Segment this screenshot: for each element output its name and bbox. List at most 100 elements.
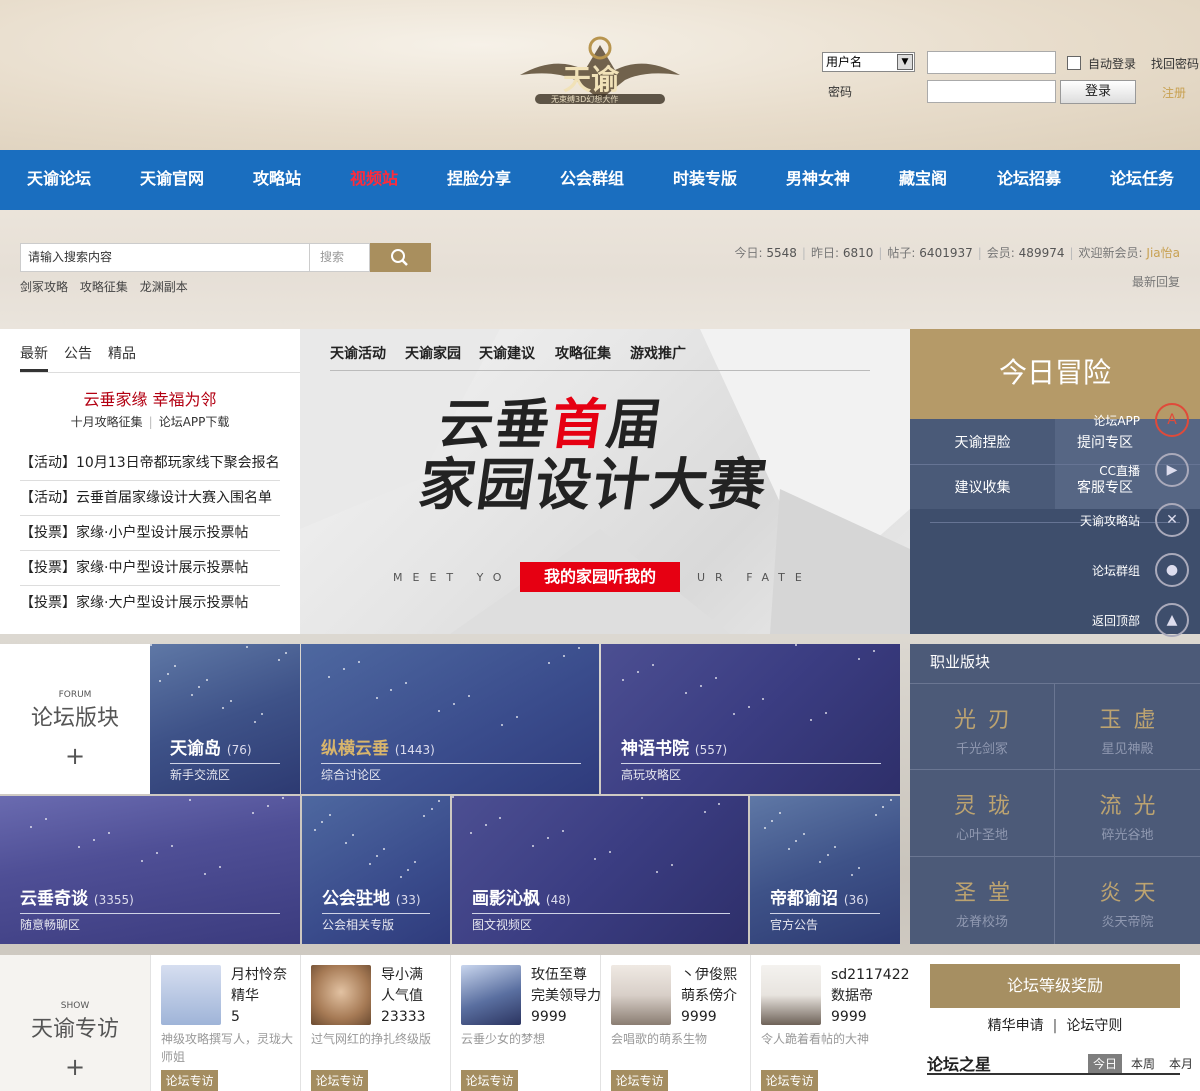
nav-item-guide[interactable]: 攻略站 bbox=[253, 150, 301, 210]
tab-month[interactable]: 本月 bbox=[1164, 1054, 1198, 1073]
side-link-groups[interactable]: 论坛群组 bbox=[1040, 564, 1140, 578]
news-item[interactable]: 【活动】云垂首届家缘设计大赛入围名单 bbox=[20, 481, 280, 516]
site-logo[interactable]: 天谕 无束缚3D幻想大作 bbox=[515, 30, 685, 115]
interview-card[interactable]: 月村怜奈 精华 5 神级攻略撰写人，灵珑大师姐 论坛专访 bbox=[150, 955, 300, 1091]
arrow-up-icon[interactable]: ▲ bbox=[1155, 603, 1189, 637]
side-link-guide[interactable]: 天谕攻略站 bbox=[1040, 514, 1140, 528]
tab-featured[interactable]: 精品 bbox=[108, 343, 136, 369]
nav-item-official[interactable]: 天谕官网 bbox=[140, 150, 204, 210]
interview-tag-button[interactable]: 论坛专访 bbox=[461, 1070, 518, 1091]
avatar[interactable] bbox=[761, 965, 821, 1025]
class-board-yuxu[interactable]: 玉虚 星见神殿 bbox=[1055, 683, 1200, 770]
app-download-link[interactable]: 论坛APP下载 bbox=[159, 415, 230, 429]
search-tag[interactable]: 剑冢攻略 bbox=[20, 280, 68, 294]
news-item[interactable]: 【投票】家缘·大户型设计展示投票帖 bbox=[20, 586, 280, 621]
nav-item-face-share[interactable]: 捏脸分享 bbox=[447, 150, 511, 210]
interview-card[interactable]: sd2117422 数据帝 9999 令人跪着看帖的大神 论坛专访 bbox=[750, 955, 910, 1091]
nav-item-forum[interactable]: 天谕论坛 bbox=[27, 150, 91, 210]
adventure-question[interactable]: 提问专区 bbox=[1055, 432, 1155, 452]
nav-item-video[interactable]: 视频站 bbox=[350, 150, 398, 210]
board-zongheng[interactable]: 纵横云垂 (1443) 综合讨论区 bbox=[301, 644, 599, 794]
tab-promote[interactable]: 游戏推广 bbox=[630, 343, 686, 363]
play-icon[interactable]: ▶ bbox=[1155, 453, 1189, 487]
essence-apply-link[interactable]: 精华申请 bbox=[988, 1018, 1044, 1034]
nav-item-guild[interactable]: 公会群组 bbox=[560, 150, 624, 210]
tab-home[interactable]: 天谕家园 bbox=[405, 343, 461, 363]
avatar[interactable] bbox=[161, 965, 221, 1025]
username-input[interactable] bbox=[927, 51, 1056, 74]
nav-item-fashion[interactable]: 时装专版 bbox=[673, 150, 737, 210]
class-board-linglong[interactable]: 灵珑 心叶圣地 bbox=[910, 770, 1055, 857]
side-link-top[interactable]: 返回顶部 bbox=[1040, 614, 1140, 628]
side-link-cc[interactable]: CC直播 bbox=[1060, 464, 1140, 478]
nav-item-gods[interactable]: 男神女神 bbox=[786, 150, 850, 210]
search-button[interactable] bbox=[370, 243, 431, 272]
nav-item-tasks[interactable]: 论坛任务 bbox=[1110, 150, 1174, 210]
register-link[interactable]: 注册 bbox=[1162, 84, 1186, 101]
avatar[interactable] bbox=[611, 965, 671, 1025]
adventure-face[interactable]: 天谕捏脸 bbox=[910, 432, 1055, 452]
star-decoration bbox=[189, 798, 191, 801]
tab-notice[interactable]: 公告 bbox=[64, 343, 92, 369]
search-input[interactable]: 请输入搜索内容 bbox=[20, 243, 310, 272]
board-tianyu-island[interactable]: 天谕岛 (76) 新手交流区 bbox=[150, 644, 300, 794]
class-board-guangren[interactable]: 光刃 千光剑冢 bbox=[910, 683, 1055, 770]
tab-guide[interactable]: 攻略征集 bbox=[555, 343, 611, 363]
tab-week[interactable]: 本周 bbox=[1126, 1054, 1160, 1073]
adventure-suggest[interactable]: 建议收集 bbox=[910, 477, 1055, 497]
tab-activity[interactable]: 天谕活动 bbox=[330, 343, 386, 363]
forum-rules-link[interactable]: 论坛守则 bbox=[1066, 1018, 1122, 1034]
board-shenyu[interactable]: 神语书院 (557) 高玩攻略区 bbox=[601, 644, 900, 794]
avatar[interactable] bbox=[461, 965, 521, 1025]
avatar[interactable] bbox=[311, 965, 371, 1025]
adventure-service[interactable]: 客服专区 bbox=[1055, 477, 1155, 497]
auto-login-checkbox[interactable] bbox=[1067, 56, 1081, 70]
star-decoration bbox=[548, 662, 551, 664]
board-guild[interactable]: 公会驻地 (33) 公会相关专版 bbox=[302, 796, 450, 944]
banner-slogan-right: UR FATE bbox=[697, 571, 812, 584]
star-decoration bbox=[787, 847, 790, 850]
star-decoration bbox=[826, 853, 829, 856]
interview-card[interactable]: 丶伊俊熙 萌系傍介 9999 会唱歌的萌系生物 论坛专访 bbox=[600, 955, 750, 1091]
board-yunchui-qitan[interactable]: 云垂奇谈 (3355) 随意畅聊区 bbox=[0, 796, 300, 944]
username-type-select[interactable]: 用户名 ▼ bbox=[822, 52, 915, 72]
level-reward-button[interactable]: 论坛等级奖励 bbox=[930, 964, 1180, 1008]
news-item[interactable]: 【活动】10月13日帝都玩家线下聚会报名 bbox=[20, 446, 280, 481]
news-item[interactable]: 【投票】家缘·小户型设计展示投票帖 bbox=[20, 516, 280, 551]
news-item[interactable]: 【投票】家缘·中户型设计展示投票帖 bbox=[20, 551, 280, 586]
rank-links: 精华申请 | 论坛守则 bbox=[930, 1015, 1180, 1035]
board-didu[interactable]: 帝都谕诏 (36) 官方公告 bbox=[750, 796, 900, 944]
class-board-shengtang[interactable]: 圣堂 龙脊校场 bbox=[910, 857, 1055, 944]
class-board-yantian[interactable]: 炎天 炎天帝院 bbox=[1055, 857, 1200, 944]
guide-collect-link[interactable]: 十月攻略征集 bbox=[71, 415, 143, 429]
headline-link[interactable]: 云垂家缘 幸福为邻 bbox=[20, 386, 280, 410]
find-password-link[interactable]: 找回密码 bbox=[1151, 55, 1199, 72]
interview-card[interactable]: 玫伍至尊 完美领导力 9999 云垂少女的梦想 论坛专访 bbox=[450, 955, 601, 1091]
search-type-select[interactable]: 搜索 bbox=[310, 243, 370, 272]
interview-tag-button[interactable]: 论坛专访 bbox=[761, 1070, 818, 1091]
app-icon[interactable]: A bbox=[1155, 403, 1189, 437]
search-tag[interactable]: 攻略征集 bbox=[80, 280, 128, 294]
side-link-app[interactable]: 论坛APP bbox=[1060, 414, 1140, 428]
star-decoration bbox=[546, 837, 549, 840]
crossed-swords-icon[interactable]: ✕ bbox=[1155, 503, 1189, 537]
login-button[interactable]: 登录 bbox=[1060, 80, 1136, 104]
nav-item-recruit[interactable]: 论坛招募 bbox=[997, 150, 1061, 210]
group-icon[interactable]: ● bbox=[1155, 553, 1189, 587]
interview-tag-button[interactable]: 论坛专访 bbox=[311, 1070, 368, 1091]
class-board-liuguang[interactable]: 流光 碎光谷地 bbox=[1055, 770, 1200, 857]
tab-suggest[interactable]: 天谕建议 bbox=[479, 343, 535, 363]
interview-tag-button[interactable]: 论坛专访 bbox=[161, 1070, 218, 1091]
latest-reply-link[interactable]: 最新回复 bbox=[1132, 273, 1180, 290]
board-huaying[interactable]: 画影沁枫 (48) 图文视频区 bbox=[452, 796, 748, 944]
interview-more-button[interactable]: + bbox=[0, 1053, 150, 1081]
search-tag[interactable]: 龙渊副本 bbox=[140, 280, 188, 294]
interview-tag-button[interactable]: 论坛专访 bbox=[611, 1070, 668, 1091]
tab-today[interactable]: 今日 bbox=[1088, 1054, 1123, 1073]
interview-card[interactable]: 导小满 人气值 23333 过气网红的挣扎终级版 论坛专访 bbox=[300, 955, 450, 1091]
password-input[interactable] bbox=[927, 80, 1056, 103]
nav-item-treasure[interactable]: 藏宝阁 bbox=[899, 150, 947, 210]
tab-latest[interactable]: 最新 bbox=[20, 343, 48, 372]
new-member-link[interactable]: Jia怡a bbox=[1146, 246, 1180, 260]
forum-more-button[interactable]: + bbox=[0, 742, 150, 770]
